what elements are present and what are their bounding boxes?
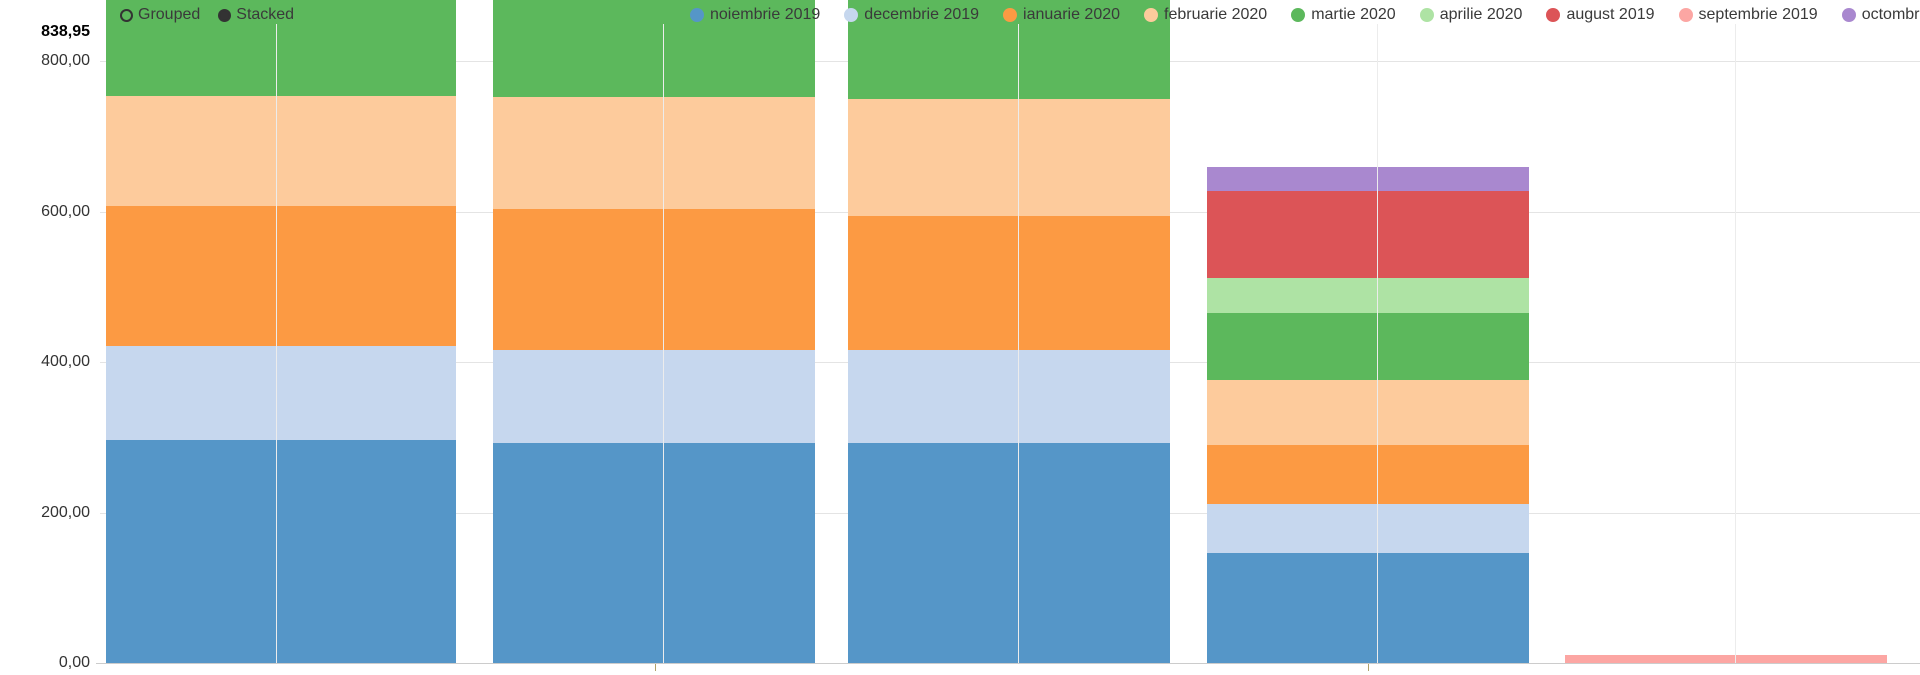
legend-swatch-icon: [1678, 8, 1693, 22]
mode-option-stacked[interactable]: Stacked: [218, 7, 294, 23]
x-gridline: [276, 24, 277, 663]
legend-item[interactable]: octombrie 2019: [1841, 6, 1920, 23]
legend-item[interactable]: noiembrie 2019: [690, 7, 820, 23]
bar-stack[interactable]: [106, 0, 456, 663]
radio-selected-icon[interactable]: [218, 8, 232, 22]
y-axis-tick-label: 0,00: [58, 654, 90, 671]
bar-segment[interactable]: [848, 350, 1170, 444]
x-axis-tick: [1368, 664, 1369, 671]
mode-option-grouped-label: Grouped: [138, 6, 201, 23]
chart-toolbar: Grouped Stacked noiembrie 2019 decembrie …: [0, 0, 1920, 30]
bar-segment[interactable]: [493, 350, 815, 444]
legend-item-label: august 2019: [1566, 6, 1655, 23]
legend-swatch-icon: [690, 8, 704, 22]
x-gridline: [1735, 24, 1736, 663]
bar-segment[interactable]: [493, 443, 815, 663]
x-axis-tick: [655, 664, 656, 671]
bar-segment[interactable]: [1207, 380, 1529, 445]
bar-segment[interactable]: [1207, 190, 1529, 278]
legend-swatch-icon: [1841, 8, 1856, 22]
legend-item[interactable]: septembrie 2019: [1678, 6, 1818, 23]
bar-stack[interactable]: [848, 0, 1170, 663]
legend-swatch-icon: [1291, 8, 1306, 22]
bar-segment[interactable]: [493, 97, 815, 209]
bar-segment[interactable]: [106, 345, 456, 441]
x-gridline: [1018, 24, 1019, 663]
bar-stack[interactable]: [1207, 166, 1529, 663]
legend-item-label: octombrie 2019: [1861, 6, 1920, 23]
y-axis-tick-label: 800,00: [41, 52, 90, 70]
display-mode-radio-group[interactable]: Grouped Stacked: [120, 7, 294, 23]
legend-swatch-icon: [1419, 8, 1434, 22]
legend-item[interactable]: februarie 2020: [1144, 7, 1267, 23]
legend-item-label: decembrie 2019: [864, 6, 980, 23]
y-axis-tick-label: 400,00: [41, 353, 90, 371]
bar-segment[interactable]: [848, 98, 1170, 217]
mode-option-stacked-label: Stacked: [236, 6, 295, 23]
bar-segment[interactable]: [1207, 277, 1529, 313]
legend-item[interactable]: aprilie 2020: [1419, 6, 1523, 23]
bar-segment[interactable]: [106, 206, 456, 346]
bar-segment[interactable]: [1207, 312, 1529, 381]
x-gridline: [663, 24, 664, 663]
bar-segment[interactable]: [848, 443, 1170, 663]
bar-segment[interactable]: [1207, 553, 1529, 663]
legend-item-label: septembrie 2019: [1698, 6, 1818, 23]
legend-swatch-icon: [1546, 8, 1561, 22]
legend-item-label: noiembrie 2019: [710, 6, 821, 23]
bar-segment[interactable]: [848, 216, 1170, 351]
y-gridline: [96, 663, 1920, 664]
legend-item[interactable]: ianuarie 2020: [1003, 7, 1120, 23]
y-axis-tick-label: 600,00: [41, 202, 90, 220]
chart-plot-area: 838,95 800,00 600,00 400,00 200,00 0,00: [0, 0, 1920, 675]
legend-item-label: martie 2020: [1311, 6, 1396, 23]
bar-segment[interactable]: [1565, 654, 1887, 663]
legend-item[interactable]: decembrie 2019: [844, 7, 979, 23]
bar-stack[interactable]: [1565, 654, 1887, 663]
bar-segment[interactable]: [106, 440, 456, 663]
x-gridline: [1377, 24, 1378, 663]
bar-segment[interactable]: [1207, 444, 1529, 505]
bar-segment[interactable]: [1207, 166, 1529, 191]
radio-unselected-icon[interactable]: [120, 8, 133, 22]
legend-item-label: ianuarie 2020: [1023, 6, 1121, 23]
bar-segment[interactable]: [1207, 504, 1529, 554]
legend-swatch-icon: [1003, 8, 1018, 22]
legend-item-label: aprilie 2020: [1439, 6, 1523, 23]
bar-stack[interactable]: [493, 0, 815, 663]
bar-segment[interactable]: [493, 208, 815, 351]
y-axis-tick-label: 200,00: [41, 503, 90, 521]
legend-item[interactable]: august 2019: [1546, 6, 1655, 23]
bar-segment[interactable]: [106, 95, 456, 207]
legend-item[interactable]: martie 2020: [1291, 7, 1396, 23]
legend-item-label: februarie 2020: [1164, 6, 1268, 23]
legend-swatch-icon: [844, 8, 859, 22]
chart-legend: noiembrie 2019 decembrie 2019 ianuarie 202…: [690, 7, 1920, 23]
legend-swatch-icon: [1144, 8, 1159, 22]
mode-option-grouped[interactable]: Grouped: [120, 7, 200, 23]
